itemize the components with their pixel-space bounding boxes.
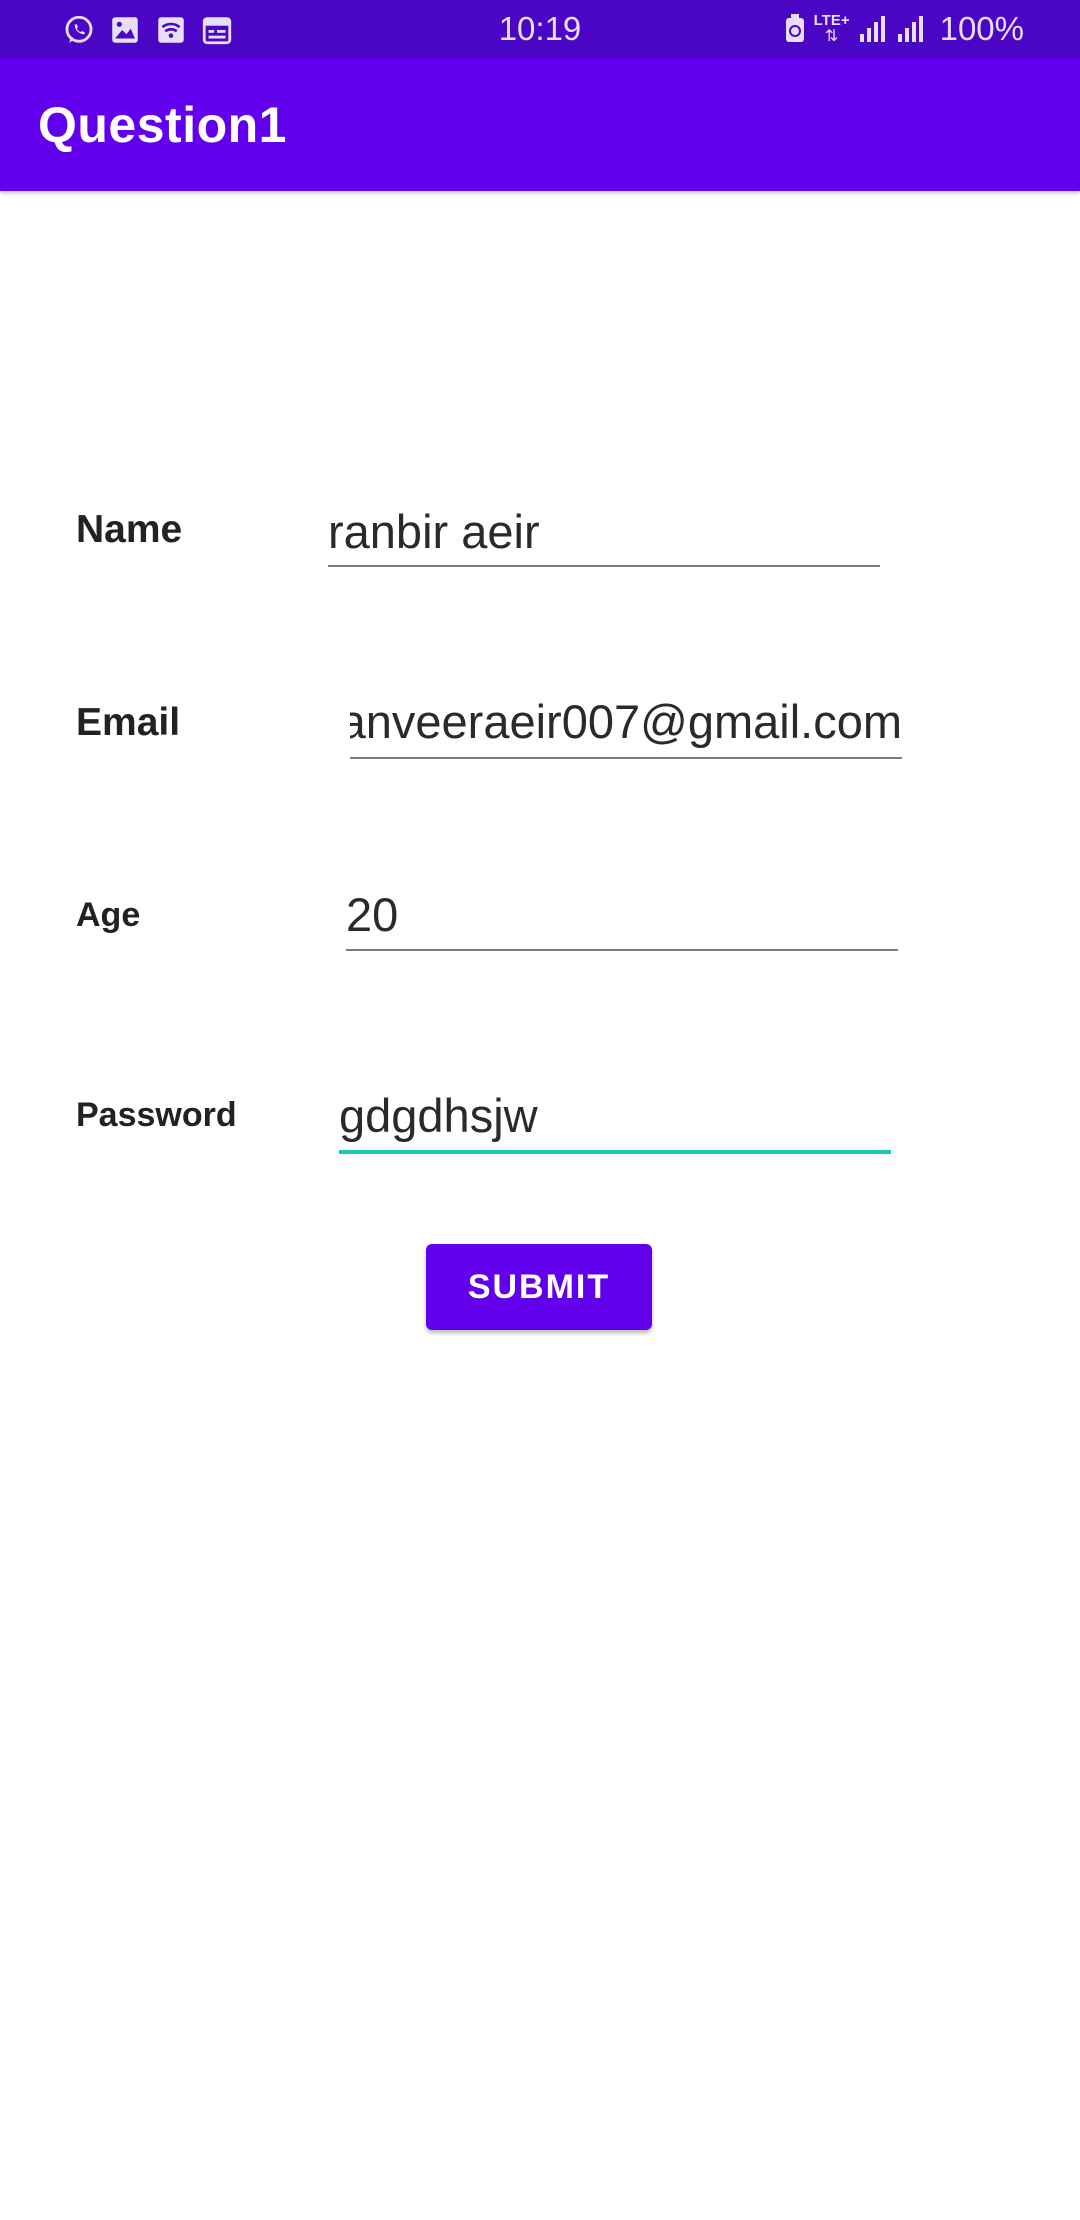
password-input[interactable]	[339, 1087, 891, 1143]
age-label: Age	[76, 896, 141, 934]
email-value: ranveeraeir007@gmail.com	[350, 695, 902, 748]
submit-button[interactable]: SUBMIT	[426, 1244, 652, 1330]
system-icons: LTE+ ⇅ 100%	[784, 8, 1024, 50]
name-input[interactable]	[328, 503, 880, 559]
network-type: LTE+	[813, 12, 850, 29]
battery-saver-icon	[785, 14, 804, 42]
name-label: Name	[76, 508, 183, 551]
signal-icon	[897, 16, 923, 42]
app-bar: Question1	[0, 58, 1080, 191]
password-label: Password	[76, 1096, 237, 1134]
email-input[interactable]: ranveeraeir007@gmail.com	[350, 694, 902, 750]
password-underline-focused	[339, 1150, 891, 1154]
lte-plus-icon: LTE+ ⇅	[814, 13, 850, 45]
age-underline	[346, 949, 898, 951]
signal-icon	[859, 16, 885, 42]
status-bar: 10:19 LTE+ ⇅ 100%	[0, 0, 1080, 58]
app-title: Question1	[38, 97, 287, 153]
name-underline	[328, 565, 880, 567]
battery-percent: 100%	[939, 10, 1024, 47]
email-label: Email	[76, 701, 181, 744]
age-input[interactable]	[346, 886, 898, 942]
data-arrows-icon: ⇅	[824, 28, 839, 45]
email-underline	[350, 757, 902, 759]
